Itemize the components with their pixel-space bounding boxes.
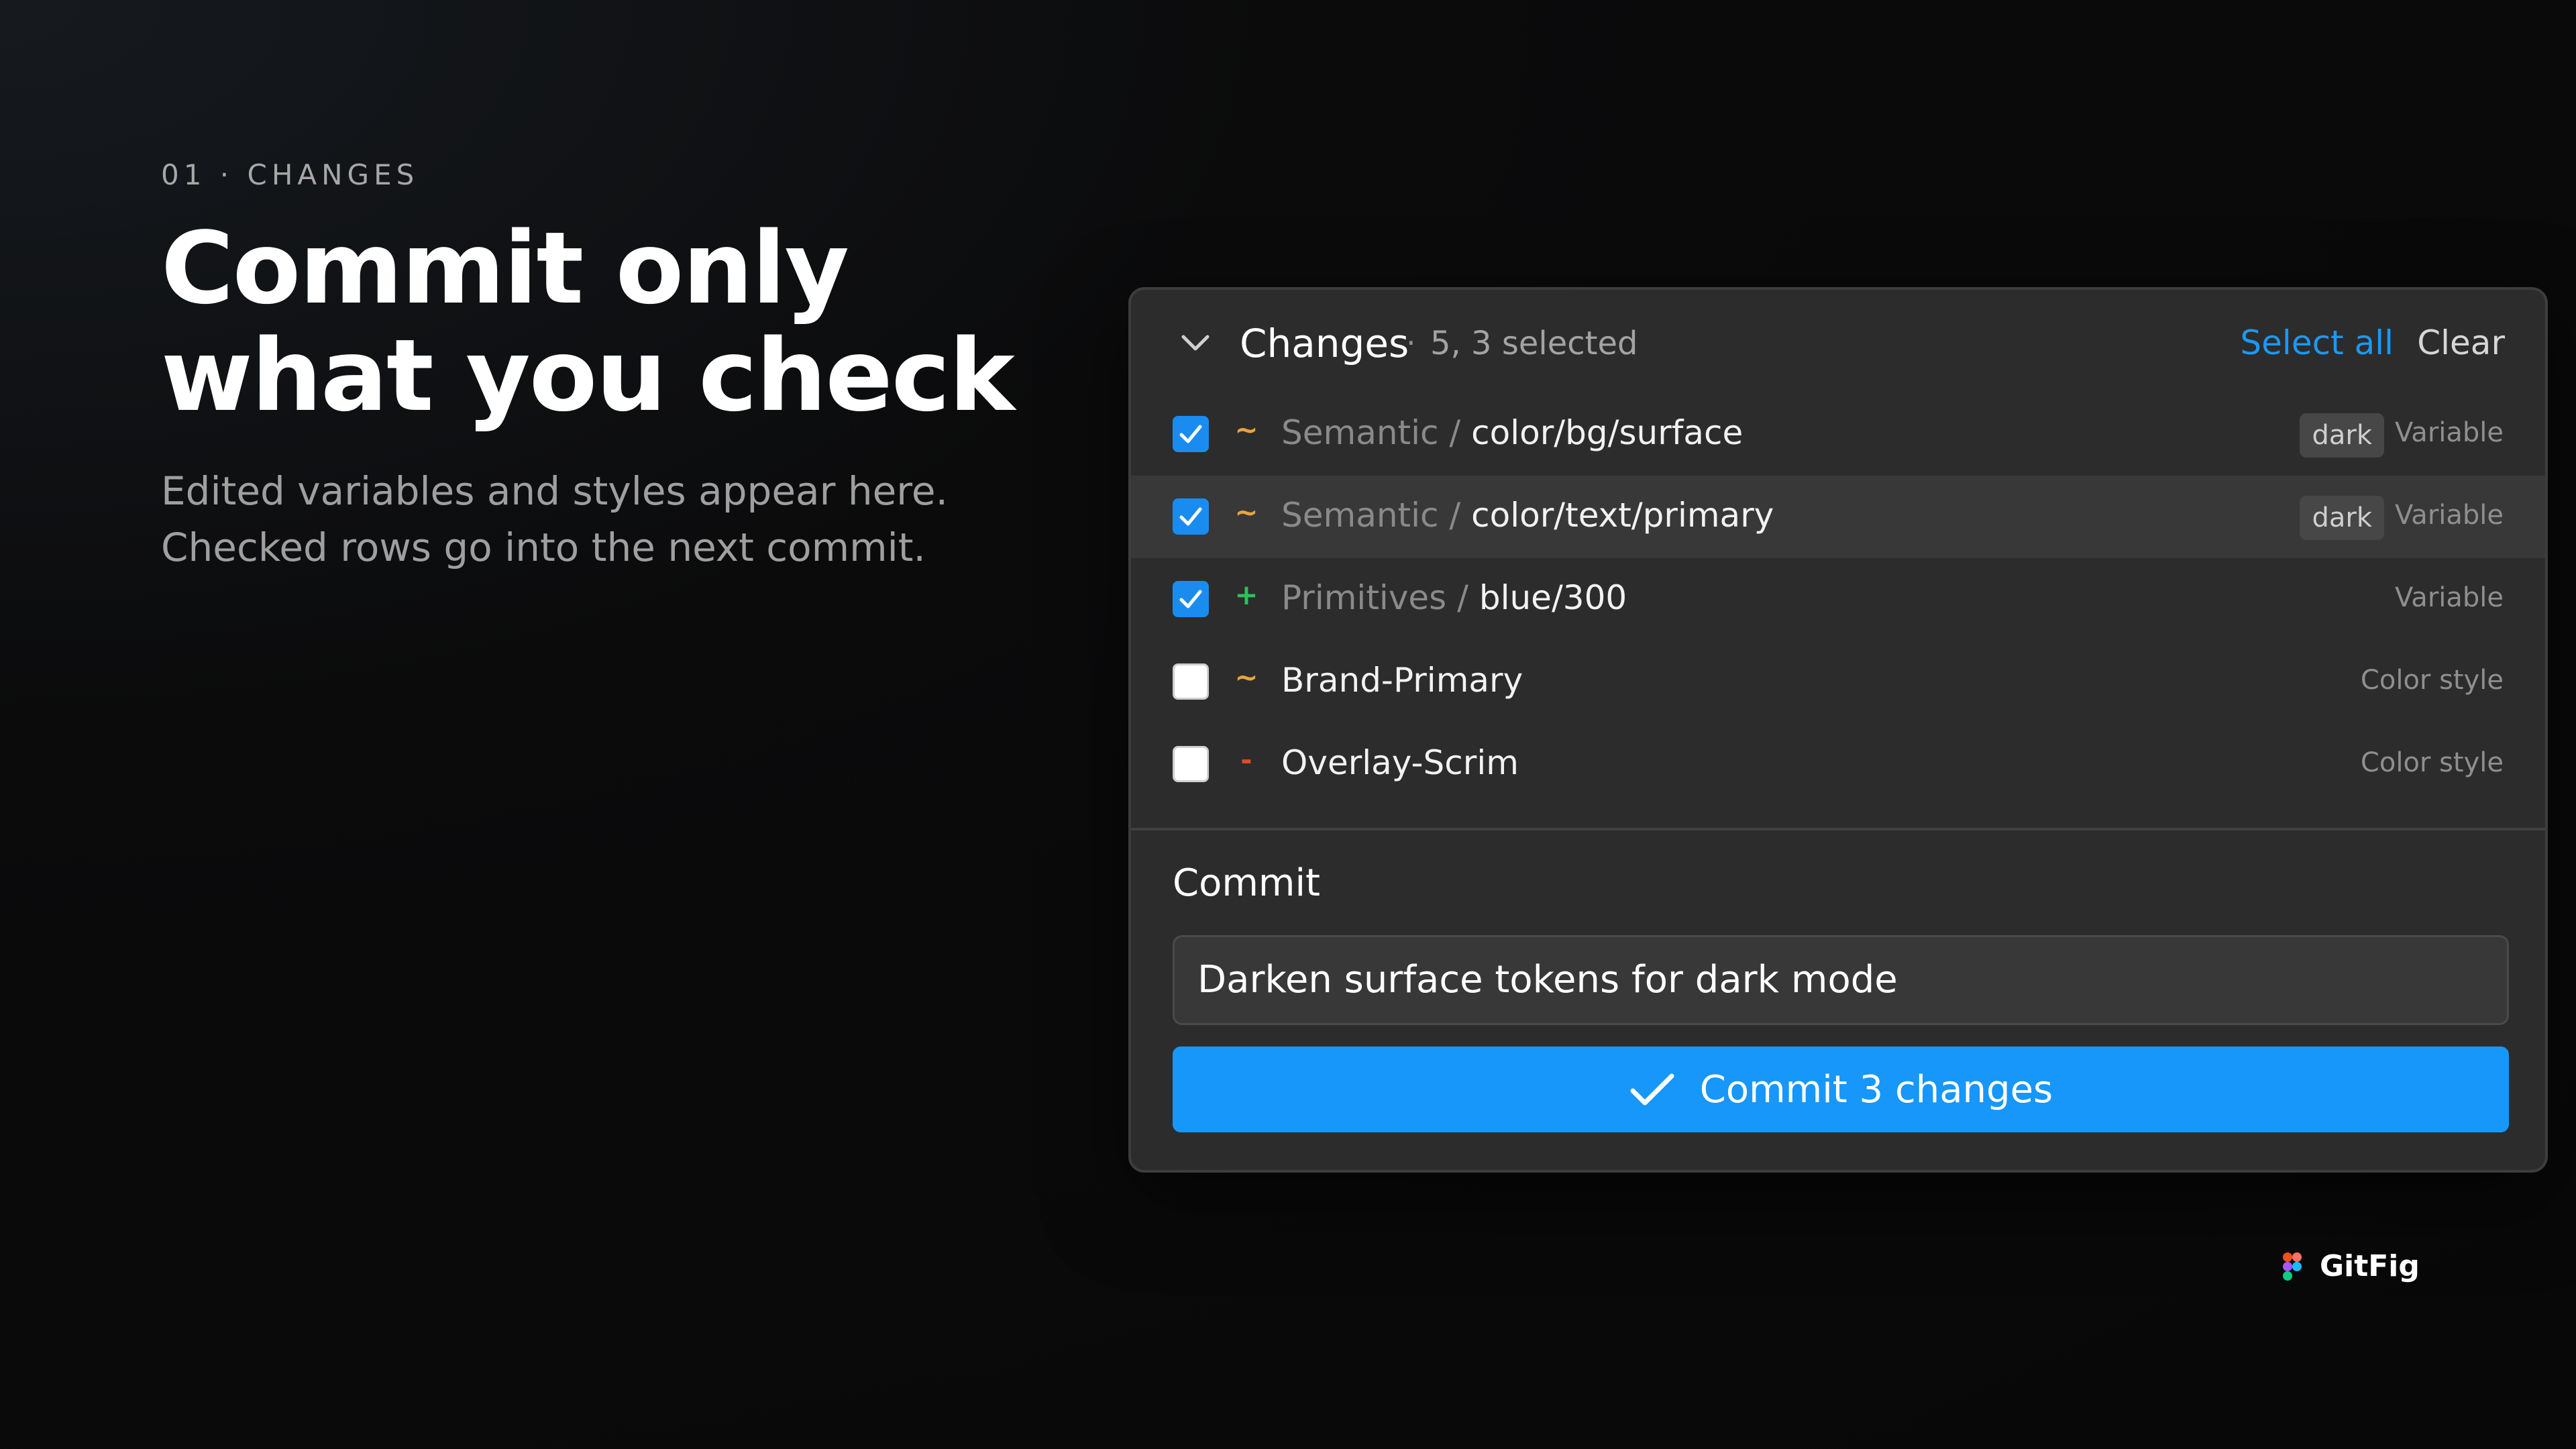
mode-badge: dark [2300,496,2384,540]
row-group: Semantic [1281,413,1439,452]
row-leaf: blue/300 [1479,578,1627,617]
change-row[interactable]: ~ Brand-Primary Color style [1131,641,2545,723]
row-type: Color style [2360,747,2504,778]
commit-button[interactable]: Commit 3 changes [1173,1046,2509,1132]
subtitle-line-2: Checked rows go into the next commit. [161,525,926,570]
row-path-separator: / [1438,413,1472,452]
headline-line-2: what you check [161,318,1015,433]
row-type: Variable [2395,582,2504,613]
commit-message-input[interactable]: Darken surface tokens for dark mode [1173,935,2509,1025]
checkmark-icon [1179,590,1202,608]
row-name: Semantic / color/text/primary [1281,496,1774,535]
row-leaf: color/bg/surface [1471,413,1743,452]
subtitle-line-1: Edited variables and styles appear here. [161,468,948,514]
figma-logo-icon [2283,1252,2302,1281]
row-name: Brand-Primary [1281,661,1523,700]
checkmark-icon [1179,507,1202,526]
modified-marker: ~ [1234,661,1258,694]
row-type: Variable [2395,500,2504,531]
added-marker: + [1234,578,1258,611]
row-name: Semantic / color/bg/surface [1281,413,1743,452]
headline-line-1: Commit only [161,211,849,326]
change-row[interactable]: ~ Semantic / color/bg/surface dark Varia… [1131,393,2545,476]
row-leaf: color/text/primary [1471,496,1774,535]
row-leaf: Brand-Primary [1281,661,1523,700]
selection-count: 5, 3 selected [1430,325,1638,362]
modified-marker: ~ [1234,413,1258,446]
clear-button[interactable]: Clear [2417,323,2505,362]
row-checkbox[interactable] [1173,498,1209,535]
row-name: Overlay-Scrim [1281,743,1519,782]
row-path-separator: / [1438,496,1472,535]
row-name: Primitives / blue/300 [1281,578,1627,617]
row-path-separator: / [1446,578,1479,617]
row-group: Semantic [1281,496,1439,535]
row-leaf: Overlay-Scrim [1281,743,1519,782]
changes-title: Changes [1240,321,1409,366]
section-eyebrow: 01 · CHANGES [161,158,419,191]
brand: GitFig [2282,1249,2420,1283]
header-separator: · [1406,325,1416,361]
checkmark-icon [1179,425,1202,443]
row-type: Color style [2360,665,2504,696]
check-icon [1630,1073,1674,1106]
change-row[interactable]: ~ Semantic / color/text/primary dark Var… [1131,476,2545,558]
page-subtitle: Edited variables and styles appear here.… [161,463,948,576]
removed-marker: - [1240,743,1252,776]
row-checkbox[interactable] [1173,581,1209,617]
row-group: Primitives [1281,578,1447,617]
changes-header: Changes · 5, 3 selected Select all Clear [1131,290,2545,397]
chevron-down-icon[interactable] [1179,330,1212,357]
modified-marker: ~ [1234,496,1258,529]
page-headline: Commit only what you check [161,211,1015,433]
changes-panel: Changes · 5, 3 selected Select all Clear… [1128,287,2548,1173]
commit-button-label: Commit 3 changes [1699,1067,2053,1112]
section-divider [1131,828,2545,830]
change-row[interactable]: + Primitives / blue/300 Variable [1131,558,2545,641]
changes-list: ~ Semantic / color/bg/surface dark Varia… [1131,393,2545,806]
row-checkbox[interactable] [1173,416,1209,452]
row-checkbox[interactable] [1173,663,1209,700]
change-row[interactable]: - Overlay-Scrim Color style [1131,723,2545,806]
commit-label: Commit [1173,861,1320,905]
brand-name: GitFig [2320,1249,2420,1283]
row-checkbox[interactable] [1173,746,1209,782]
mode-badge: dark [2300,413,2384,458]
row-type: Variable [2395,417,2504,448]
select-all-button[interactable]: Select all [2240,323,2394,362]
